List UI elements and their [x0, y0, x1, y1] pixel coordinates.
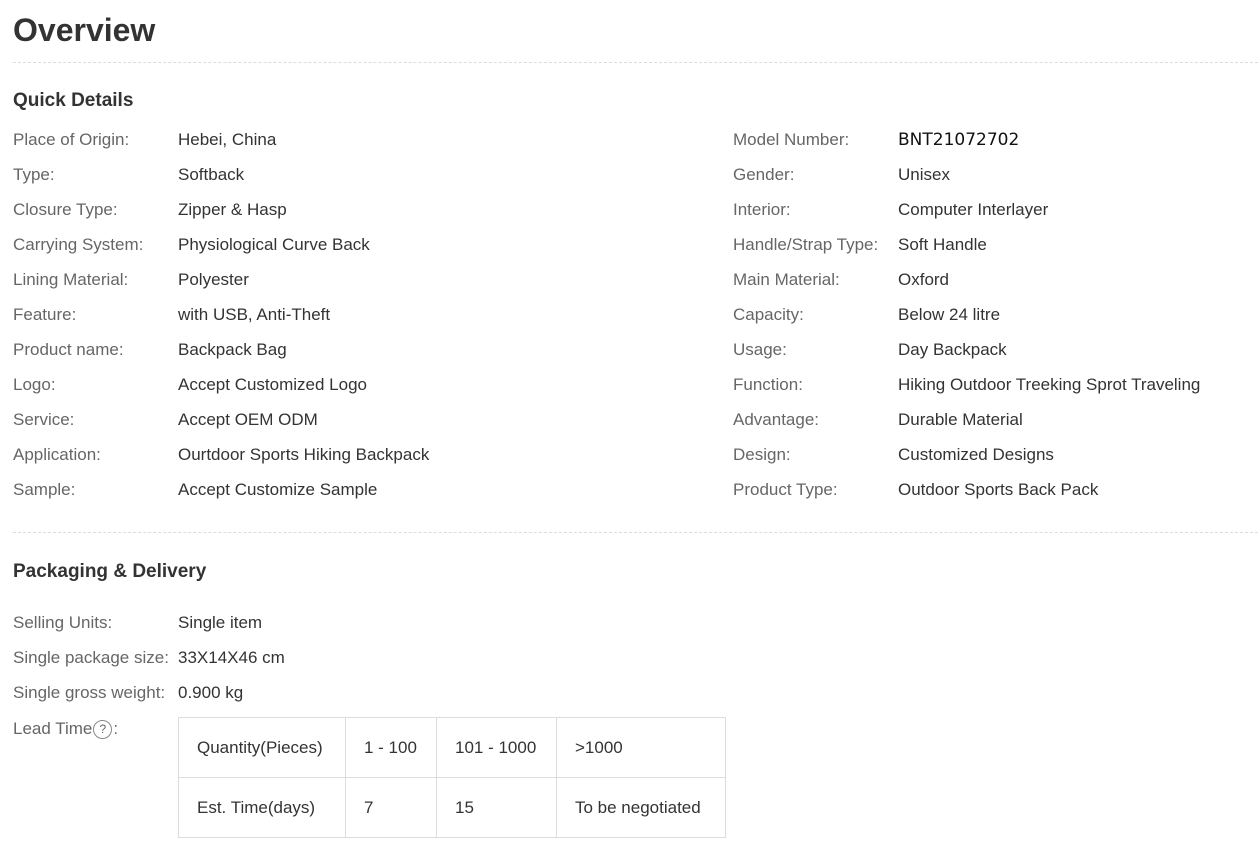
detail-value: Outdoor Sports Back Pack: [898, 480, 1099, 499]
detail-label: Application:: [13, 445, 101, 464]
detail-row: Carrying System: Physiological Curve Bac…: [13, 233, 1258, 268]
detail-row: Closure Type: Zipper & Hasp Interior: Co…: [13, 198, 1258, 233]
model-number-value: BNT21072702: [898, 130, 1020, 150]
table-cell: 15: [436, 777, 557, 838]
detail-value: Accept Customized Logo: [178, 375, 367, 394]
detail-value: Accept OEM ODM: [178, 410, 318, 429]
table-cell: 1 - 100: [345, 717, 437, 778]
section-divider: [13, 532, 1258, 533]
detail-value: Hebei, China: [178, 130, 277, 149]
detail-value: with USB, Anti-Theft: [178, 305, 331, 324]
detail-label: Product name:: [13, 340, 124, 359]
packaging-label: Selling Units:: [13, 613, 113, 632]
detail-value: Zipper & Hasp: [178, 200, 287, 219]
table-cell: 101 - 1000: [436, 717, 557, 778]
detail-label: Service:: [13, 410, 75, 429]
detail-row: Feature: with USB, Anti-Theft Capacity: …: [13, 303, 1258, 338]
detail-row: Application: Ourtdoor Sports Hiking Back…: [13, 443, 1258, 478]
detail-row: Logo: Accept Customized Logo Function: H…: [13, 373, 1258, 408]
table-row: Quantity(Pieces) 1 - 100 101 - 1000 >100…: [178, 717, 726, 778]
detail-value: Ourtdoor Sports Hiking Backpack: [178, 445, 430, 464]
quick-details-list: Place of Origin: Hebei, China Model Numb…: [13, 128, 1258, 513]
detail-row: Product name: Backpack Bag Usage: Day Ba…: [13, 338, 1258, 373]
lead-time-label: Lead Time?:: [13, 717, 118, 741]
detail-label: Sample:: [13, 480, 76, 499]
detail-label: Carrying System:: [13, 235, 144, 254]
detail-value: Softback: [178, 165, 245, 184]
packaging-list: Selling Units: Single item Single packag…: [13, 611, 813, 716]
detail-value: Below 24 litre: [898, 305, 1001, 324]
detail-label: Logo:: [13, 375, 56, 394]
detail-label: Main Material:: [733, 270, 840, 289]
packaging-label: Single gross weight:: [13, 683, 166, 702]
packaging-delivery-title: Packaging & Delivery: [13, 561, 207, 582]
packaging-value: Single item: [178, 613, 263, 632]
table-cell: Est. Time(days): [178, 777, 346, 838]
detail-value: Polyester: [178, 270, 249, 289]
table-cell: Quantity(Pieces): [178, 717, 346, 778]
table-cell: >1000: [556, 717, 726, 778]
detail-value: Unisex: [898, 165, 950, 184]
lead-time-label-suffix: :: [113, 719, 119, 738]
detail-label: Type:: [13, 165, 55, 184]
detail-label: Product Type:: [733, 480, 838, 499]
table-row: Est. Time(days) 7 15 To be negotiated: [178, 777, 726, 838]
packaging-row: Selling Units: Single item: [13, 611, 813, 646]
detail-value: Customized Designs: [898, 445, 1054, 464]
detail-label: Interior:: [733, 200, 791, 219]
detail-row: Lining Material: Polyester Main Material…: [13, 268, 1258, 303]
detail-value: Day Backpack: [898, 340, 1007, 359]
detail-value: Accept Customize Sample: [178, 480, 378, 499]
detail-label: Gender:: [733, 165, 795, 184]
packaging-value: 0.900 kg: [178, 683, 244, 702]
packaging-row: Single gross weight: 0.900 kg: [13, 681, 813, 716]
section-divider: [13, 62, 1258, 63]
detail-label: Function:: [733, 375, 803, 394]
detail-value: Durable Material: [898, 410, 1023, 429]
detail-value: Backpack Bag: [178, 340, 287, 359]
lead-time-label-text: Lead Time: [13, 719, 93, 738]
detail-label: Advantage:: [733, 410, 820, 429]
packaging-row: Single package size: 33X14X46 cm: [13, 646, 813, 681]
detail-row: Place of Origin: Hebei, China Model Numb…: [13, 128, 1258, 163]
packaging-label: Single package size:: [13, 648, 169, 667]
detail-label: Model Number:: [733, 130, 850, 149]
table-cell: To be negotiated: [556, 777, 726, 838]
lead-time-table: Quantity(Pieces) 1 - 100 101 - 1000 >100…: [178, 717, 726, 838]
page-title: Overview: [13, 12, 156, 48]
detail-label: Place of Origin:: [13, 130, 130, 149]
detail-value: Hiking Outdoor Treeking Sprot Traveling: [898, 375, 1201, 394]
detail-row: Type: Softback Gender: Unisex: [13, 163, 1258, 198]
detail-label: Closure Type:: [13, 200, 118, 219]
detail-label: Design:: [733, 445, 791, 464]
table-cell: 7: [345, 777, 437, 838]
detail-value: Soft Handle: [898, 235, 987, 254]
detail-value: Computer Interlayer: [898, 200, 1049, 219]
packaging-value: 33X14X46 cm: [178, 648, 285, 667]
detail-label: Lining Material:: [13, 270, 129, 289]
detail-row: Service: Accept OEM ODM Advantage: Durab…: [13, 408, 1258, 443]
detail-label: Handle/Strap Type:: [733, 235, 879, 254]
detail-row: Sample: Accept Customize Sample Product …: [13, 478, 1258, 513]
quick-details-title: Quick Details: [13, 90, 134, 111]
detail-label: Usage:: [733, 340, 787, 359]
detail-value: Oxford: [898, 270, 950, 289]
detail-label: Capacity:: [733, 305, 804, 324]
question-circle-icon[interactable]: ?: [93, 719, 113, 739]
detail-value: Physiological Curve Back: [178, 235, 370, 254]
detail-label: Feature:: [13, 305, 77, 324]
